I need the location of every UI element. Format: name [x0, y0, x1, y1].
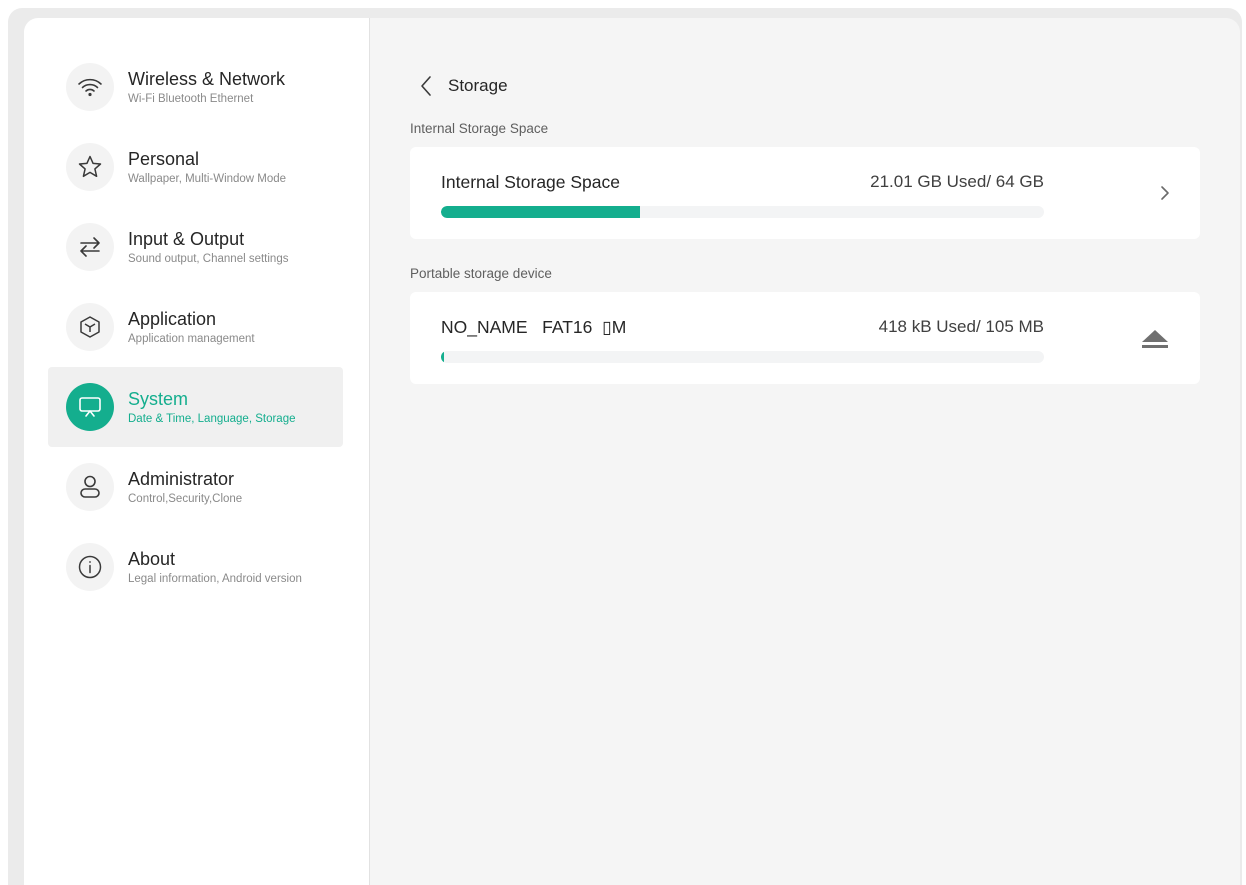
sidebar-item-system[interactable]: System Date & Time, Language, Storage [48, 367, 343, 447]
sidebar-item-title: Administrator [128, 469, 235, 489]
storage-name: NO_NAME FAT16 ▯M [441, 317, 627, 337]
sidebar-item-wireless-network[interactable]: Wireless & Network Wi-Fi Bluetooth Ether… [48, 47, 343, 127]
internal-storage-section-label: Internal Storage Space [410, 121, 549, 136]
settings-window: Wireless & Network Wi-Fi Bluetooth Ether… [8, 8, 1242, 885]
sidebar-item-subtitle: Wallpaper, Multi-Window Mode [128, 173, 287, 185]
internal-storage-card[interactable]: Internal Storage Space 21.01 GB Used/ 64… [410, 147, 1200, 239]
sidebar-item-title: About [128, 549, 176, 569]
storage-progress-fill [441, 206, 640, 218]
chevron-right-icon[interactable] [1156, 182, 1174, 204]
storage-progress-bar [441, 351, 1044, 363]
sidebar-item-administrator[interactable]: Administrator Control,Security,Clone [48, 447, 343, 527]
sidebar-item-subtitle: Wi-Fi Bluetooth Ethernet [128, 93, 254, 105]
storage-progress-fill [441, 351, 444, 363]
storage-usage: 21.01 GB Used/ 64 GB [870, 172, 1044, 191]
sidebar-item-title: Input & Output [128, 229, 245, 249]
info-icon [66, 543, 114, 591]
cube-icon [66, 303, 114, 351]
sidebar-item-title: Wireless & Network [128, 69, 286, 89]
swap-icon [66, 223, 114, 271]
storage-name: Internal Storage Space [441, 172, 621, 192]
sidebar-item-title: Personal [128, 149, 200, 169]
sidebar-item-subtitle: Control,Security,Clone [128, 493, 243, 505]
storage-usage: 418 kB Used/ 105 MB [878, 317, 1044, 336]
storage-progress-bar [441, 206, 1044, 218]
sidebar-item-subtitle: Application management [128, 333, 255, 345]
back-button[interactable]: Storage [418, 74, 508, 98]
sidebar-item-input-output[interactable]: Input & Output Sound output, Channel set… [48, 207, 343, 287]
sidebar-item-personal[interactable]: Personal Wallpaper, Multi-Window Mode [48, 127, 343, 207]
sidebar-item-subtitle: Sound output, Channel settings [128, 253, 289, 265]
sidebar-item-subtitle: Legal information, Android version [128, 573, 302, 585]
storage-panel: Storage Internal Storage Space Internal … [370, 18, 1240, 885]
presentation-icon [66, 383, 114, 431]
portable-storage-section-label: Portable storage device [410, 266, 552, 281]
portable-storage-card[interactable]: NO_NAME FAT16 ▯M 418 kB Used/ 105 MB [410, 292, 1200, 384]
settings-sidebar: Wireless & Network Wi-Fi Bluetooth Ether… [24, 18, 370, 885]
chevron-left-icon [421, 76, 431, 96]
page-title: Storage [448, 76, 508, 95]
eject-icon[interactable] [1140, 326, 1170, 352]
star-icon [66, 143, 114, 191]
sidebar-item-title: System [128, 389, 189, 409]
sidebar-item-subtitle: Date & Time, Language, Storage [128, 413, 296, 425]
sidebar-item-application[interactable]: Application Application management [48, 287, 343, 367]
sidebar-item-about[interactable]: About Legal information, Android version [48, 527, 343, 607]
sidebar-item-title: Application [128, 309, 217, 329]
wifi-icon [66, 63, 114, 111]
user-icon [66, 463, 114, 511]
